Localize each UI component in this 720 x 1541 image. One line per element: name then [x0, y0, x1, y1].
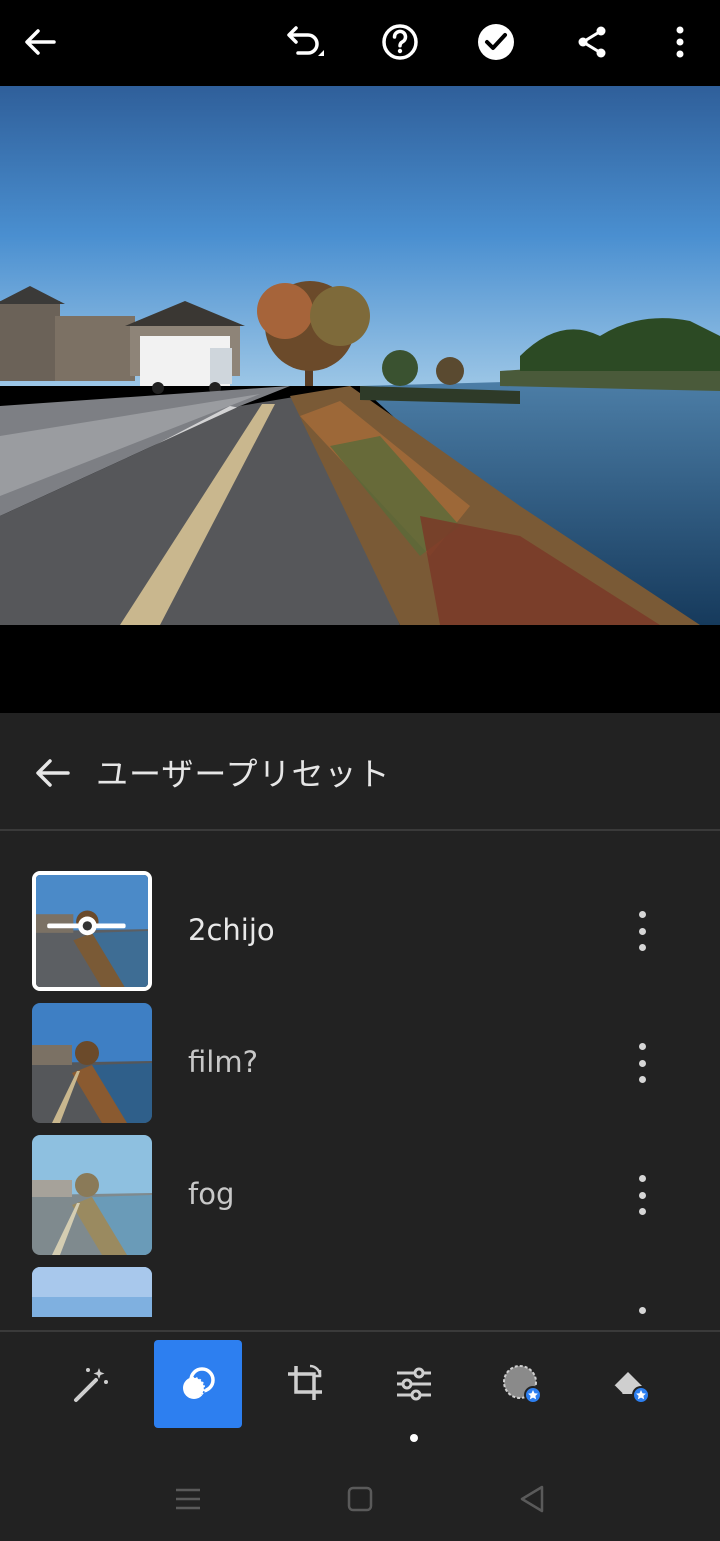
panel-title: ユーザープリセット [96, 755, 391, 793]
presets-panel: ユーザープリセット 2chijo film? fog [0, 713, 720, 1541]
preset-row-2chijo[interactable]: 2chijo [0, 871, 720, 995]
preset-name: film? [188, 1045, 258, 1079]
adjust-sliders-icon[interactable] [370, 1340, 458, 1428]
photo-preview [0, 86, 720, 625]
preset-thumbnail[interactable] [32, 1267, 152, 1317]
preset-row-film[interactable]: film? [0, 1003, 720, 1127]
undo-icon[interactable] [280, 18, 328, 66]
top-toolbar [0, 0, 720, 86]
more-vertical-icon[interactable] [624, 1043, 660, 1083]
recents-icon[interactable] [166, 1477, 210, 1521]
preset-name: fog [188, 1177, 235, 1211]
healing-eraser-icon[interactable] [586, 1340, 674, 1428]
checkmark-icon[interactable] [472, 18, 520, 66]
preset-row-partial[interactable] [0, 1267, 720, 1317]
selective-icon[interactable] [478, 1340, 566, 1428]
panel-back-arrow-icon[interactable] [30, 751, 74, 795]
more-vertical-icon[interactable] [624, 911, 660, 951]
presets-icon[interactable] [154, 1340, 242, 1428]
back-arrow-icon[interactable] [16, 18, 64, 66]
preset-thumbnail[interactable] [32, 1003, 152, 1123]
panel-header: ユーザープリセット [0, 713, 720, 831]
more-vertical-icon[interactable] [624, 1307, 660, 1317]
share-icon[interactable] [568, 18, 616, 66]
preset-thumbnail[interactable] [32, 1135, 152, 1255]
photo-letterbox [0, 625, 720, 713]
preset-thumbnail[interactable] [32, 871, 152, 991]
more-vertical-icon[interactable] [624, 1175, 660, 1215]
preset-list[interactable]: 2chijo film? fog [0, 833, 720, 1317]
auto-wand-icon[interactable] [46, 1340, 134, 1428]
more-vertical-icon[interactable] [656, 18, 704, 66]
home-icon[interactable] [338, 1477, 382, 1521]
page-indicator-dot [410, 1434, 418, 1442]
preset-name: 2chijo [188, 913, 275, 947]
edit-tools-bar [0, 1330, 720, 1450]
help-icon[interactable] [376, 18, 424, 66]
crop-icon[interactable] [262, 1340, 350, 1428]
system-navigation-bar [0, 1455, 720, 1541]
preset-row-fog[interactable]: fog [0, 1135, 720, 1259]
back-triangle-icon[interactable] [510, 1477, 554, 1521]
